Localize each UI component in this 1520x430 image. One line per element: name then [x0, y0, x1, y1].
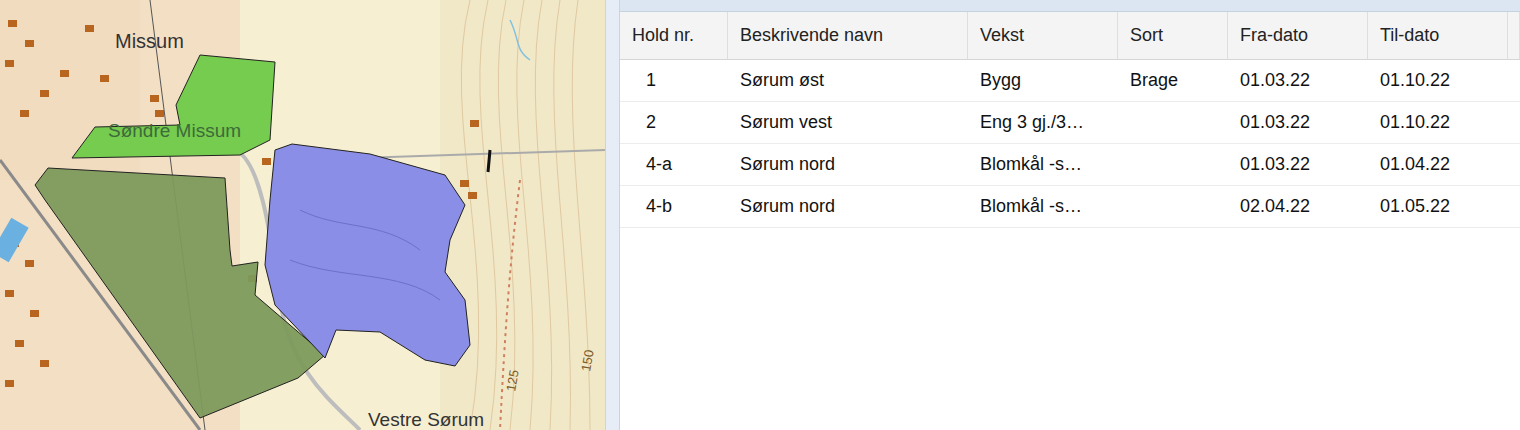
table: Hold nr.Beskrivende navnVekstSortFra-dat… — [620, 0, 1520, 430]
table-top-strip — [620, 0, 1520, 12]
column-header[interactable]: Vekst — [968, 12, 1118, 59]
column-header[interactable]: Beskrivende navn — [728, 12, 968, 59]
map-label: Missum — [115, 30, 184, 52]
table-cell — [1118, 102, 1228, 143]
table-cell: Sørum nord — [728, 144, 968, 185]
table-cell: 01.05.22 — [1368, 186, 1508, 227]
table-cell: 4-a — [620, 144, 728, 185]
table-cell: 2 — [620, 102, 728, 143]
table-cell: 01.04.22 — [1368, 144, 1508, 185]
table-cell: Bygg — [968, 60, 1118, 101]
table-cell: 01.03.22 — [1228, 60, 1368, 101]
table-cell: Sørum vest — [728, 102, 968, 143]
table-header: Hold nr.Beskrivende navnVekstSortFra-dat… — [620, 12, 1520, 60]
table-cell: Blomkål -s… — [968, 186, 1118, 227]
table-cell: 01.10.22 — [1368, 102, 1508, 143]
column-header[interactable]: Sort — [1118, 12, 1228, 59]
map-canvas[interactable]: Missum Søndre Missum Vestre Sørum 125 150 — [0, 0, 605, 430]
table-cell: Blomkål -s… — [968, 144, 1118, 185]
table-cell: 1 — [620, 60, 728, 101]
table-row[interactable]: 4-aSørum nordBlomkål -s… 01.03.2201.04.22 — [620, 144, 1520, 186]
table-cell: 4-b — [620, 186, 728, 227]
map-label: 125 — [503, 369, 522, 393]
column-header[interactable]: Fra-dato — [1228, 12, 1368, 59]
field-polygon[interactable] — [72, 55, 275, 158]
splitter[interactable] — [605, 0, 620, 430]
table-cell: 01.03.22 — [1228, 102, 1368, 143]
column-header[interactable]: Hold nr. — [620, 12, 728, 59]
map[interactable]: Missum Søndre Missum Vestre Sørum 125 150 — [0, 0, 605, 430]
table-cell — [1118, 144, 1228, 185]
table-cell: 02.04.22 — [1228, 186, 1368, 227]
field-polygon[interactable] — [265, 144, 470, 366]
map-label: Søndre Missum — [108, 120, 241, 141]
table-row[interactable]: 4-bSørum nordBlomkål -s… 02.04.2201.05.22 — [620, 186, 1520, 228]
table-cell: Eng 3 gj./3… — [968, 102, 1118, 143]
table-cell: Sørum nord — [728, 186, 968, 227]
column-header[interactable]: Til-dato — [1368, 12, 1508, 59]
table-row[interactable]: 1Sørum østByggBrage01.03.2201.10.22 — [620, 60, 1520, 102]
app: Missum Søndre Missum Vestre Sørum 125 150 Hol… — [0, 0, 1520, 430]
map-label: 150 — [578, 349, 597, 373]
table-cell: 01.10.22 — [1368, 60, 1508, 101]
table-cell — [1118, 186, 1228, 227]
table-cell: Sørum øst — [728, 60, 968, 101]
table-row[interactable]: 2Sørum vestEng 3 gj./3… 01.03.2201.10.22 — [620, 102, 1520, 144]
table-cell: 01.03.22 — [1228, 144, 1368, 185]
map-label: Vestre Sørum — [368, 409, 484, 430]
table-cell: Brage — [1118, 60, 1228, 101]
